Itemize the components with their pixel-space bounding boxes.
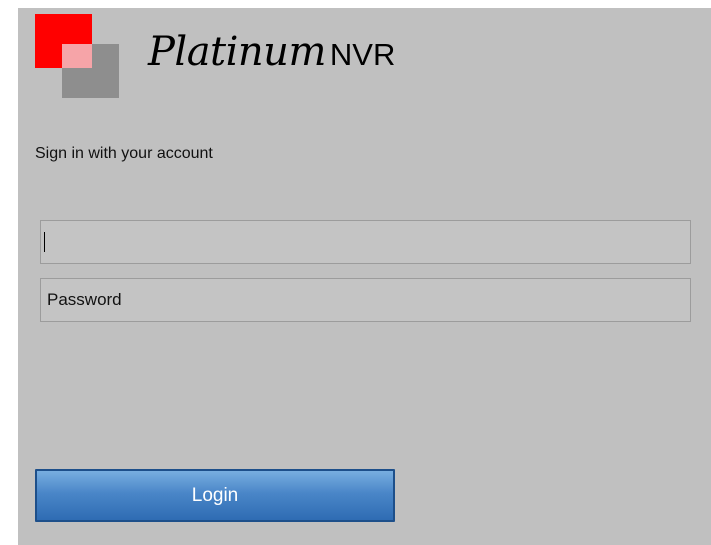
username-input[interactable] — [40, 220, 691, 264]
brand-script-name: Platinum — [148, 29, 326, 75]
brand-suffix: NVR — [329, 37, 396, 72]
text-cursor — [44, 232, 45, 252]
password-input[interactable] — [40, 278, 691, 322]
brand-logo-icon — [35, 14, 119, 98]
brand-title: Platinum NVR — [148, 32, 395, 72]
signin-subtitle: Sign in with your account — [35, 145, 213, 162]
login-panel — [18, 8, 711, 545]
login-button[interactable]: Login — [35, 469, 395, 522]
